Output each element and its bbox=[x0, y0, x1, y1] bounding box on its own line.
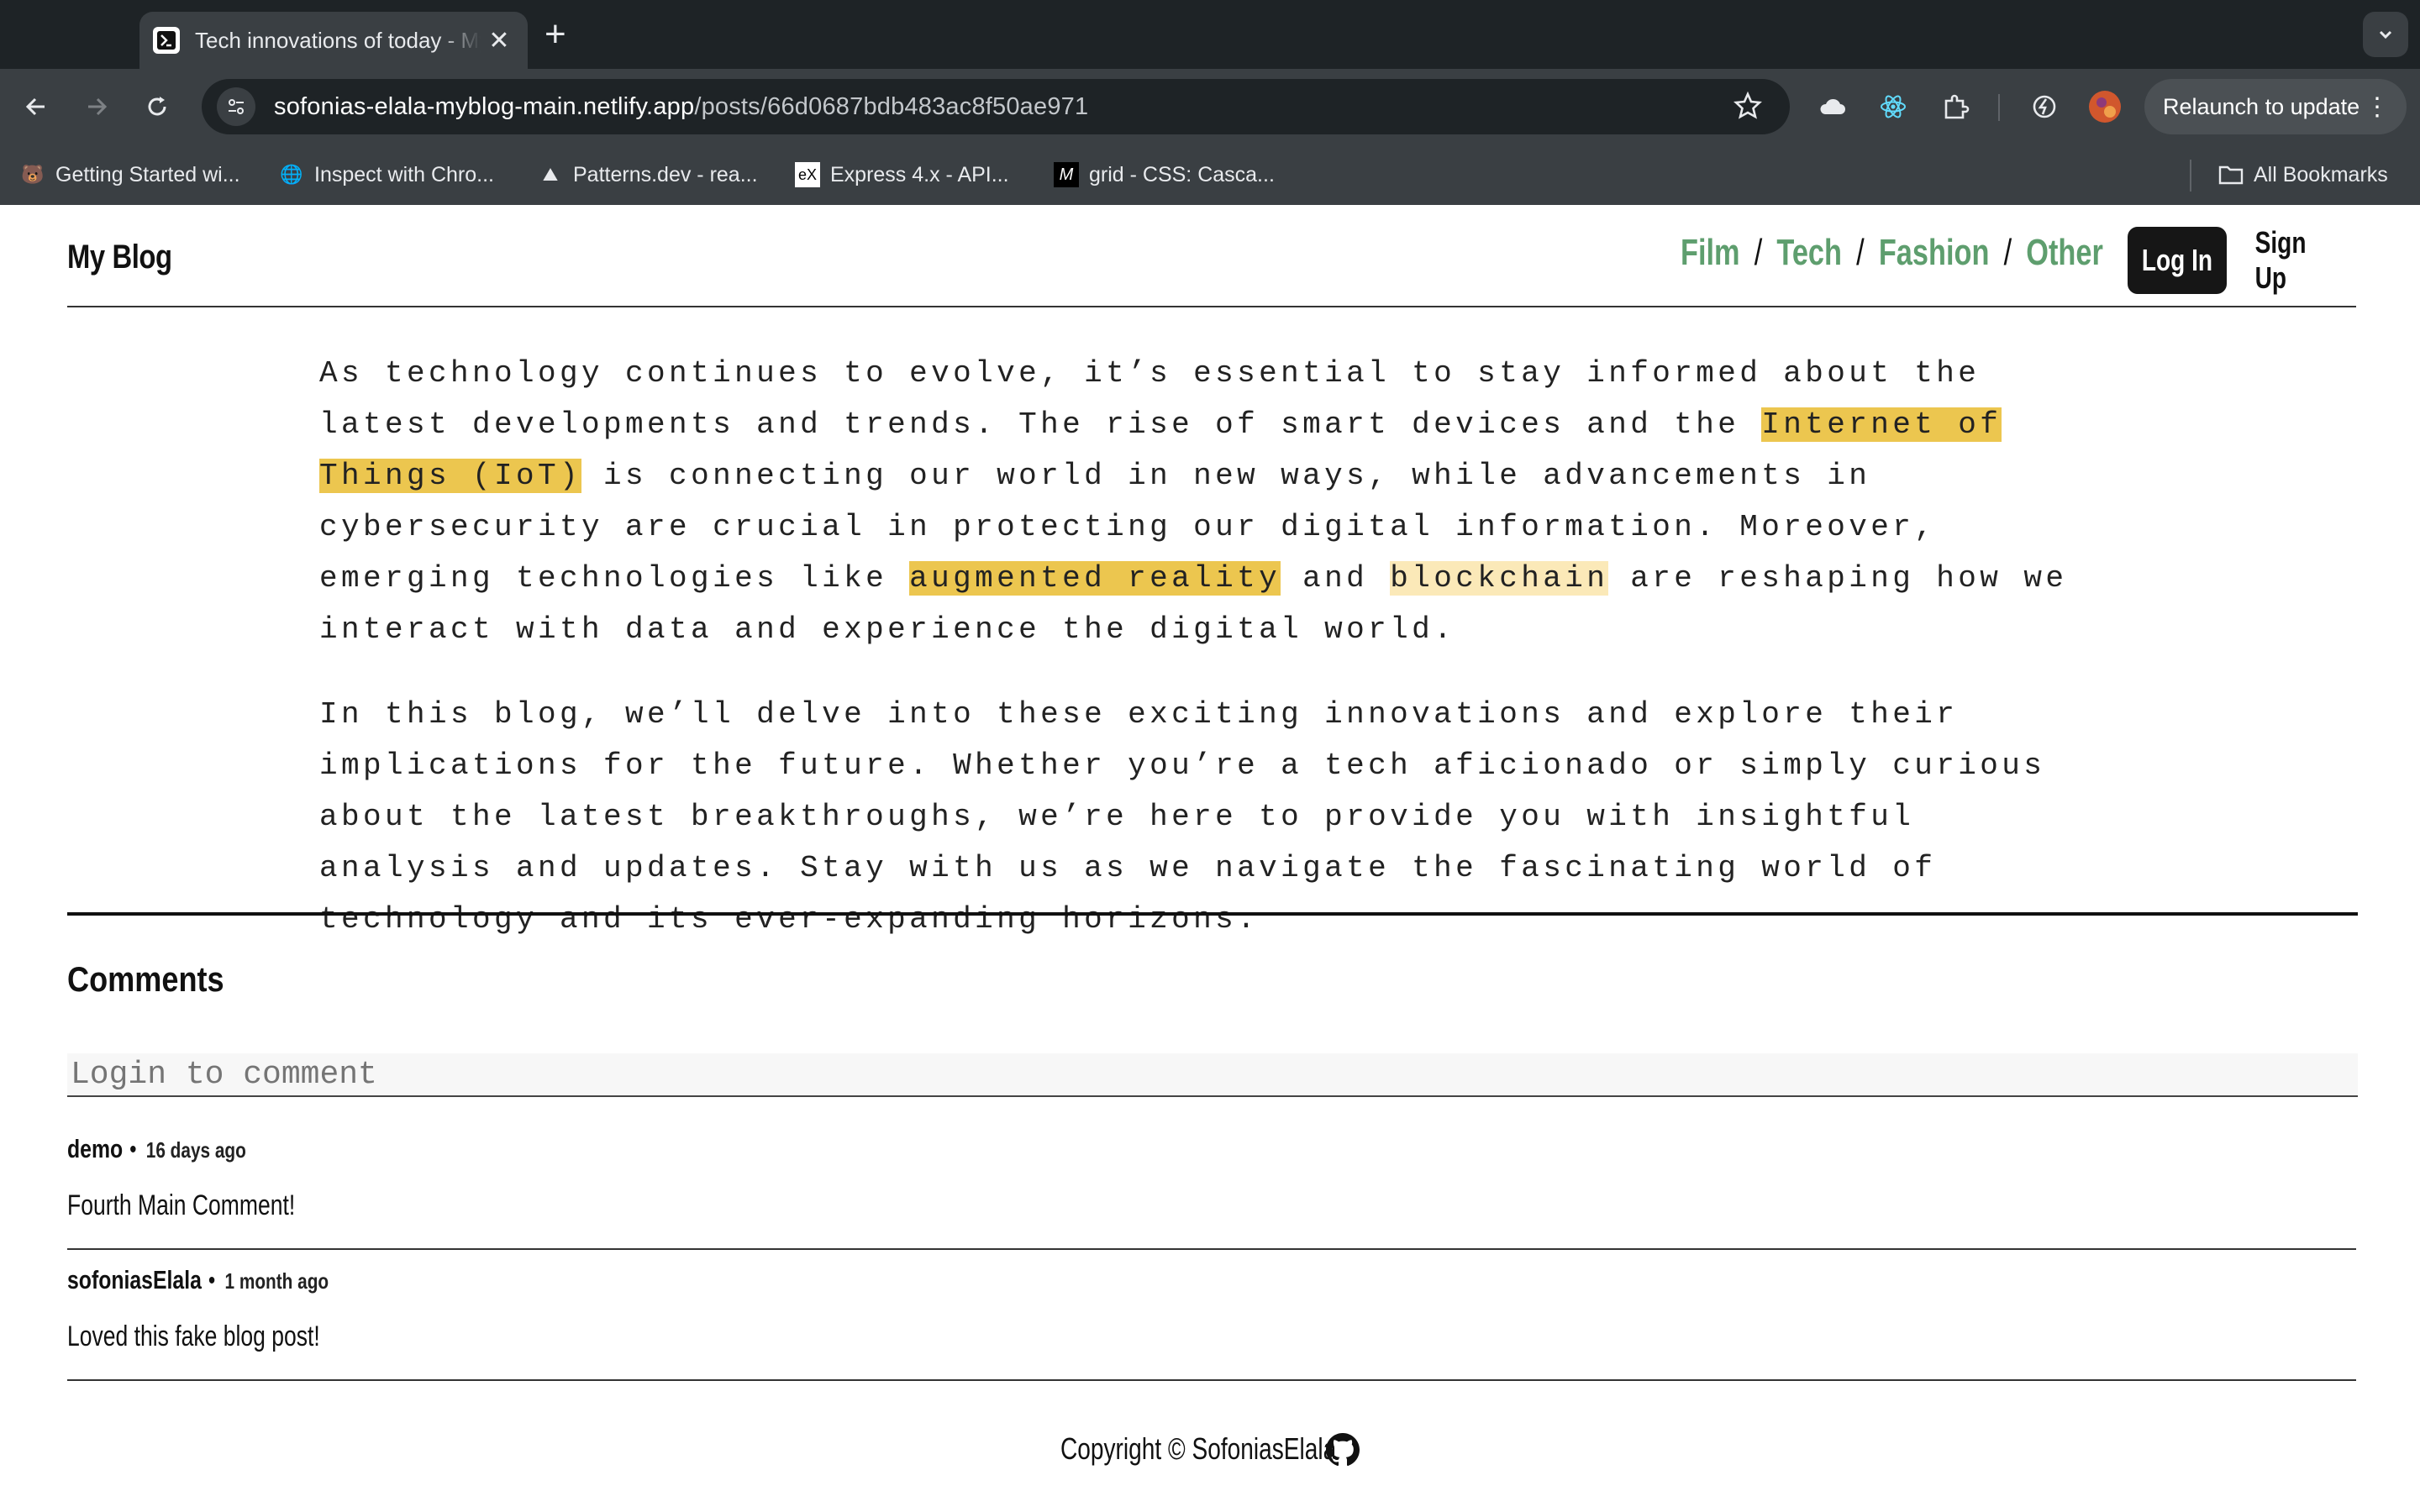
page-content: My Blog Film / Tech / Fashion / Other Lo… bbox=[0, 205, 2420, 1512]
comment-meta: sofoniasElala • 1 month ago bbox=[67, 1265, 1898, 1295]
copyright-text: Copyright © SofoniasElala bbox=[1060, 1431, 1337, 1466]
article-paragraph: As technology continues to evolve, it’s … bbox=[319, 348, 2101, 655]
toolbar-divider bbox=[1998, 94, 2000, 121]
extensions-puzzle-icon[interactable] bbox=[1936, 87, 1975, 126]
performance-icon[interactable] bbox=[2025, 87, 2064, 126]
header-divider bbox=[67, 306, 2356, 307]
article-divider bbox=[67, 912, 2358, 916]
comment-input[interactable] bbox=[67, 1053, 2358, 1097]
comments-heading: Comments bbox=[67, 959, 224, 999]
all-bookmarks-button[interactable]: All Bookmarks bbox=[2218, 160, 2388, 190]
url-text: sofonias-elala-myblog-main.netlify.app/p… bbox=[274, 93, 1088, 121]
signup-label: Sign Up bbox=[2254, 225, 2307, 295]
reload-button[interactable] bbox=[138, 87, 176, 126]
site-info-icon[interactable] bbox=[217, 87, 255, 126]
signup-button[interactable]: Sign Up bbox=[2244, 225, 2348, 295]
bookmark-label: Express 4.x - API... bbox=[830, 162, 1009, 186]
all-bookmarks-label: All Bookmarks bbox=[2254, 162, 2388, 186]
tab-strip: Tech innovations of today - My Blog ✕ + bbox=[0, 0, 2420, 69]
relaunch-to-update-button[interactable]: Relaunch to update ⋮ bbox=[2144, 79, 2407, 134]
bookmark-item[interactable]: 🐻 Getting Started wi... bbox=[20, 160, 240, 190]
bookmark-item[interactable]: ⛰ Patterns.dev - rea... bbox=[538, 160, 758, 190]
bookmark-star-icon[interactable] bbox=[1733, 91, 1763, 125]
bookmark-item[interactable]: eX Express 4.x - API... bbox=[795, 160, 1009, 190]
meta-dot: • bbox=[129, 1136, 137, 1163]
comment-divider bbox=[67, 1379, 2356, 1381]
browser-tab-active[interactable]: Tech innovations of today - My Blog ✕ bbox=[139, 12, 528, 69]
comment-item: sofoniasElala • 1 month ago Loved this f… bbox=[67, 1265, 2356, 1381]
nav-link-tech[interactable]: Tech bbox=[1776, 232, 1842, 274]
article-paragraph: In this blog, we’ll delve into these exc… bbox=[319, 697, 2046, 937]
forward-arrow-icon bbox=[88, 97, 108, 116]
globe-favicon-icon: 🌐 bbox=[280, 164, 303, 185]
bookmark-label: Patterns.dev - rea... bbox=[573, 162, 758, 186]
address-bar[interactable]: sofonias-elala-myblog-main.netlify.app/p… bbox=[202, 79, 1790, 134]
highlight-ar: augmented reality bbox=[909, 561, 1281, 596]
comment-text: Fourth Main Comment! bbox=[67, 1189, 296, 1221]
text-run: and bbox=[1281, 561, 1391, 596]
bookmarks-bar: 🐻 Getting Started wi... 🌐 Inspect with C… bbox=[0, 144, 2420, 205]
login-button[interactable]: Log In bbox=[2128, 227, 2227, 294]
comment-timestamp: 16 days ago bbox=[145, 1137, 246, 1163]
github-icon[interactable] bbox=[1326, 1433, 1360, 1467]
comment-text: Loved this fake blog post! bbox=[67, 1320, 320, 1352]
reload-icon bbox=[148, 97, 166, 116]
relaunch-label: Relaunch to update bbox=[2163, 93, 2360, 119]
mdn-favicon-icon: M bbox=[1054, 162, 1079, 187]
nav-separator: / bbox=[2003, 232, 2012, 273]
bookmark-label: Inspect with Chro... bbox=[314, 162, 494, 186]
nav-separator: / bbox=[1856, 232, 1865, 273]
tab-search-button[interactable] bbox=[2363, 12, 2408, 57]
comment-timestamp: 1 month ago bbox=[224, 1268, 329, 1294]
mountain-favicon-icon: ⛰ bbox=[542, 164, 559, 185]
nav-link-fashion[interactable]: Fashion bbox=[1879, 232, 1990, 274]
bookmark-item[interactable]: M grid - CSS: Casca... bbox=[1054, 160, 1275, 190]
site-footer: Copyright © SofoniasElala bbox=[1060, 1431, 1414, 1467]
tab-title: Tech innovations of today - My Blog bbox=[195, 27, 481, 53]
nav-link-other[interactable]: Other bbox=[2026, 232, 2103, 274]
folder-icon bbox=[2218, 162, 2244, 187]
browser-menu-icon[interactable]: ⋮ bbox=[2365, 92, 2390, 122]
back-arrow-icon bbox=[25, 97, 45, 116]
comment-author[interactable]: demo bbox=[67, 1134, 123, 1164]
chevron-down-icon bbox=[2379, 30, 2392, 39]
back-button[interactable] bbox=[17, 87, 55, 126]
bookmark-label: grid - CSS: Casca... bbox=[1089, 162, 1275, 186]
site-favicon-icon bbox=[153, 27, 180, 54]
meta-dot: • bbox=[208, 1267, 216, 1294]
text-run: As technology continues to evolve, it’s … bbox=[319, 356, 1981, 442]
cloud-extension-icon[interactable] bbox=[1813, 87, 1852, 126]
bookmark-item[interactable]: 🌐 Inspect with Chro... bbox=[279, 160, 494, 190]
new-tab-button[interactable]: + bbox=[544, 13, 566, 55]
browser-toolbar: sofonias-elala-myblog-main.netlify.app/p… bbox=[0, 69, 2420, 144]
express-favicon-icon: eX bbox=[795, 162, 820, 187]
nav-link-film[interactable]: Film bbox=[1681, 232, 1740, 274]
bear-favicon-icon: 🐻 bbox=[21, 164, 45, 185]
article-body: As technology continues to evolve, it’s … bbox=[319, 348, 2101, 979]
category-nav: Film / Tech / Fashion / Other bbox=[1681, 232, 2103, 274]
comment-meta: demo • 16 days ago bbox=[67, 1134, 1898, 1164]
tab-close-icon[interactable]: ✕ bbox=[484, 26, 514, 55]
highlight-blockchain: blockchain bbox=[1390, 561, 1609, 596]
comment-divider bbox=[67, 1248, 2356, 1250]
url-path: /posts/66d0687bdb483ac8f50ae971 bbox=[694, 92, 1089, 120]
bookmark-label: Getting Started wi... bbox=[55, 162, 240, 186]
nav-separator: / bbox=[1754, 232, 1763, 273]
forward-button[interactable] bbox=[77, 87, 116, 126]
login-label: Log In bbox=[2141, 243, 2213, 277]
profile-avatar[interactable] bbox=[2086, 87, 2124, 126]
url-host: sofonias-elala-myblog-main.netlify.app bbox=[274, 92, 695, 120]
bookmarks-divider bbox=[2190, 160, 2191, 192]
site-brand[interactable]: My Blog bbox=[67, 239, 172, 276]
comment-item: demo • 16 days ago Fourth Main Comment! bbox=[67, 1134, 2356, 1250]
comment-author[interactable]: sofoniasElala bbox=[67, 1265, 202, 1295]
react-devtools-icon[interactable] bbox=[1874, 87, 1912, 126]
